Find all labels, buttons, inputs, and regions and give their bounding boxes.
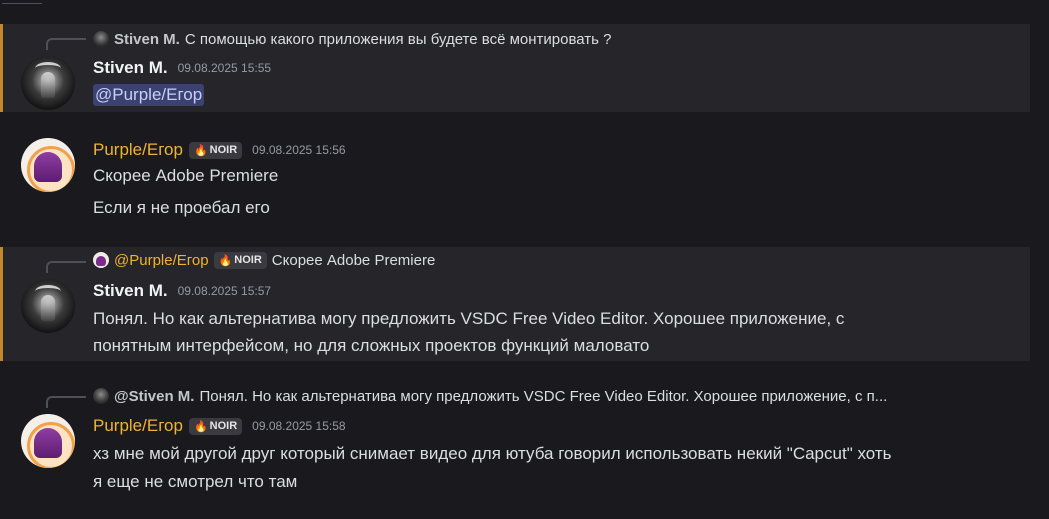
timestamp: 09.08.2025 15:57 <box>177 284 272 298</box>
flame-icon: 🔥 <box>193 144 208 157</box>
reply-connector <box>46 38 86 50</box>
reply-preview[interactable]: @Purple/Егор 🔥 NOIR Скорее Adobe Premier… <box>93 250 1013 270</box>
author-name[interactable]: Purple/Егор <box>93 416 183 436</box>
message-line: Скорее Adobe Premiere <box>93 166 279 185</box>
timestamp: 09.08.2025 15:56 <box>252 143 346 157</box>
flame-icon: 🔥 <box>218 254 233 267</box>
timestamp: 09.08.2025 15:55 <box>177 61 272 75</box>
server-tag-label: NOIR <box>234 254 262 266</box>
reply-avatar-icon <box>93 388 109 404</box>
previous-message-edge <box>0 0 1049 6</box>
message-3[interactable]: @Purple/Егор 🔥 NOIR Скорее Adobe Premier… <box>0 247 1030 361</box>
message-header: Purple/Егор 🔥 NOIR 09.08.2025 15:58 <box>93 414 346 438</box>
server-tag-label: NOIR <box>209 420 238 432</box>
avatar[interactable] <box>21 56 75 110</box>
message-4[interactable]: @Stiven M. Понял. Но как альтернатива мо… <box>0 384 1030 504</box>
message-1[interactable]: Stiven M. С помощью какого приложения вы… <box>0 24 1030 112</box>
author-name[interactable]: Stiven M. <box>93 58 168 78</box>
reply-preview[interactable]: @Stiven M. Понял. Но как альтернатива мо… <box>93 386 998 406</box>
server-tag[interactable]: 🔥 NOIR <box>188 417 243 435</box>
message-header: Stiven M. 09.08.2025 15:55 <box>93 56 271 80</box>
message-header: Stiven M. 09.08.2025 15:57 <box>93 279 271 303</box>
message-2[interactable]: Purple/Егор 🔥 NOIR 09.08.2025 15:56 Скор… <box>0 130 1030 230</box>
flame-icon: 🔥 <box>193 420 208 433</box>
reply-text[interactable]: С помощью какого приложения вы будете вс… <box>185 31 612 48</box>
author-name[interactable]: Stiven M. <box>93 281 168 301</box>
reply-avatar-icon <box>93 252 109 268</box>
reply-author[interactable]: @Purple/Егор <box>114 252 209 269</box>
reply-text[interactable]: Понял. Но как альтернатива могу предложи… <box>199 388 887 405</box>
message-line: Если я не проебал его <box>93 198 270 217</box>
reply-preview[interactable]: Stiven M. С помощью какого приложения вы… <box>93 29 993 49</box>
avatar[interactable] <box>21 414 75 468</box>
reply-author[interactable]: Stiven M. <box>114 31 180 48</box>
message-line: Понял. Но как альтернатива могу предложи… <box>93 309 845 328</box>
author-name[interactable]: Purple/Егор <box>93 140 183 160</box>
server-tag[interactable]: 🔥 NOIR <box>188 141 243 159</box>
avatar[interactable] <box>21 138 75 192</box>
avatar[interactable] <box>21 279 75 333</box>
reply-text[interactable]: Скорее Adobe Premiere <box>272 252 436 269</box>
message-line: хз мне мой другой друг который снимает в… <box>93 444 892 463</box>
message-line: понятным интерфейсом, но для сложных про… <box>93 336 650 355</box>
timestamp: 09.08.2025 15:58 <box>252 419 346 433</box>
chat-message-list: Stiven M. С помощью какого приложения вы… <box>0 0 1049 519</box>
user-mention[interactable]: @Purple/Егор <box>93 84 205 106</box>
server-tag-label: NOIR <box>209 144 238 156</box>
reply-connector <box>46 261 86 273</box>
reply-author[interactable]: @Stiven M. <box>114 388 194 405</box>
message-header: Purple/Егор 🔥 NOIR 09.08.2025 15:56 <box>93 138 346 162</box>
server-tag[interactable]: 🔥 NOIR <box>213 251 267 269</box>
message-content: @Purple/Егор <box>93 83 990 107</box>
reply-avatar-icon <box>93 31 109 47</box>
message-line: я еще не смотрел что там <box>93 472 298 491</box>
reply-connector <box>46 396 86 408</box>
